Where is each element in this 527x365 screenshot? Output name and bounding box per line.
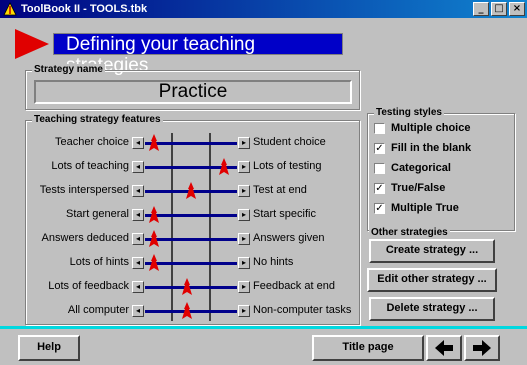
feature-left-label: All computer (67, 304, 129, 316)
other-strategies-legend: Other strategies (369, 227, 450, 238)
feature-left-label: Start general (66, 208, 129, 220)
testing-styles-group: Testing styles Multiple choice ✓ Fill in t… (367, 107, 515, 231)
arrow-left-icon (435, 340, 453, 356)
toolbook-app-icon (3, 2, 17, 16)
slider-left-arrow-button[interactable]: ◂ (132, 137, 144, 149)
maximize-button[interactable]: □ (491, 2, 507, 16)
checkbox[interactable]: ✓ (374, 202, 385, 214)
slider-right-arrow-button[interactable]: ▸ (238, 185, 250, 197)
feature-right-label: Start specific (253, 208, 316, 220)
testing-style-option[interactable]: Multiple choice (374, 119, 470, 137)
slider-thumb-icon[interactable] (149, 254, 160, 272)
slider-right-arrow-button[interactable]: ▸ (238, 305, 250, 317)
slider-left-arrow-button[interactable]: ◂ (132, 305, 144, 317)
testing-style-option[interactable]: ✓ Multiple True (374, 199, 459, 217)
window-titlebar: ToolBook II - TOOLS.tbk _ □ × (0, 0, 527, 18)
feature-row: All computer ◂ ▸ Non-computer tasks (26, 301, 361, 321)
red-arrow-icon (15, 29, 49, 59)
feature-row: Lots of teaching ◂ ▸ Lots of testing (26, 157, 361, 177)
slider-thumb-icon[interactable] (149, 134, 160, 152)
close-button[interactable]: × (509, 2, 525, 16)
slider-thumb-icon[interactable] (149, 230, 160, 248)
slider-thumb-icon[interactable] (181, 278, 192, 296)
feature-row: Lots of hints ◂ ▸ No hints (26, 253, 361, 273)
slider-thumb-icon[interactable] (186, 182, 196, 200)
feature-row: Lots of feedback ◂ ▸ Feedback at end (26, 277, 361, 297)
checkbox[interactable] (374, 162, 385, 174)
checkbox[interactable]: ✓ (374, 142, 385, 154)
teaching-features-legend: Teaching strategy features (32, 114, 163, 125)
slider-left-arrow-button[interactable]: ◂ (132, 209, 144, 221)
feature-right-label: Non-computer tasks (253, 304, 352, 316)
slider-right-arrow-button[interactable]: ▸ (238, 209, 250, 221)
feature-left-label: Teacher choice (55, 136, 129, 148)
feature-right-label: Student choice (253, 136, 326, 148)
testing-style-label: True/False (391, 182, 446, 194)
slider-left-arrow-button[interactable]: ◂ (132, 233, 144, 245)
slider-left-arrow-button[interactable]: ◂ (132, 281, 144, 293)
strategy-name-field[interactable]: Practice (34, 80, 352, 104)
help-button[interactable]: Help (18, 335, 80, 361)
testing-style-option[interactable]: ✓ Fill in the blank (374, 139, 471, 157)
slider-left-arrow-button[interactable]: ◂ (132, 257, 144, 269)
feature-left-label: Answers deduced (41, 232, 129, 244)
feature-row: Tests interspersed ◂ ▸ Test at end (26, 181, 361, 201)
next-page-button[interactable] (464, 335, 500, 361)
slider-right-arrow-button[interactable]: ▸ (238, 161, 250, 173)
testing-style-label: Multiple choice (391, 122, 471, 134)
testing-style-label: Categorical (391, 162, 451, 174)
feature-right-label: No hints (253, 256, 294, 268)
slider-thumb-icon[interactable] (181, 302, 192, 320)
feature-left-label: Lots of hints (69, 256, 129, 268)
checkbox[interactable]: ✓ (374, 182, 385, 194)
feature-left-label: Lots of feedback (48, 280, 129, 292)
slider-thumb-icon[interactable] (218, 158, 229, 176)
strategy-name-legend: Strategy name (32, 64, 105, 75)
slider-right-arrow-button[interactable]: ▸ (238, 257, 250, 269)
feature-right-label: Answers given (253, 232, 325, 244)
page-header: Defining your teaching strategies (15, 28, 343, 76)
accent-divider (0, 326, 527, 329)
slider-left-arrow-button[interactable]: ◂ (132, 161, 144, 173)
feature-left-label: Tests interspersed (39, 184, 129, 196)
arrow-right-icon (473, 340, 491, 356)
slider-right-arrow-button[interactable]: ▸ (238, 137, 250, 149)
testing-style-option[interactable]: Categorical (374, 159, 451, 177)
slider-left-arrow-button[interactable]: ◂ (132, 185, 144, 197)
other-strategies-group: Other strategies Create strategy ... Edi… (367, 227, 515, 325)
feature-right-label: Test at end (253, 184, 307, 196)
feature-row: Start general ◂ ▸ Start specific (26, 205, 361, 225)
window-title: ToolBook II - TOOLS.tbk (21, 3, 148, 15)
create-strategy-button[interactable]: Create strategy ... (369, 239, 495, 263)
feature-right-label: Feedback at end (253, 280, 335, 292)
slider-right-arrow-button[interactable]: ▸ (238, 233, 250, 245)
previous-page-button[interactable] (426, 335, 462, 361)
testing-style-label: Fill in the blank (391, 142, 472, 154)
testing-style-option[interactable]: ✓ True/False (374, 179, 445, 197)
footer-bar: Help Title page (0, 330, 527, 365)
testing-styles-legend: Testing styles (374, 107, 444, 118)
minimize-button[interactable]: _ (473, 2, 489, 16)
teaching-features-group: Teaching strategy features Teacher choic… (25, 114, 361, 325)
page-title: Defining your teaching strategies (53, 33, 343, 76)
feature-right-label: Lots of testing (253, 160, 322, 172)
strategy-name-group: Strategy name Practice (25, 64, 360, 110)
slider-right-arrow-button[interactable]: ▸ (238, 281, 250, 293)
checkbox[interactable] (374, 122, 385, 134)
edit-other-strategy-button[interactable]: Edit other strategy ... (367, 268, 497, 292)
delete-strategy-button[interactable]: Delete strategy ... (369, 297, 495, 321)
feature-row: Teacher choice ◂ ▸ Student choice (26, 133, 361, 153)
feature-left-label: Lots of teaching (51, 160, 129, 172)
testing-style-label: Multiple True (391, 202, 459, 214)
slider-thumb-icon[interactable] (149, 206, 160, 224)
title-page-button[interactable]: Title page (312, 335, 424, 361)
feature-row: Answers deduced ◂ ▸ Answers given (26, 229, 361, 249)
